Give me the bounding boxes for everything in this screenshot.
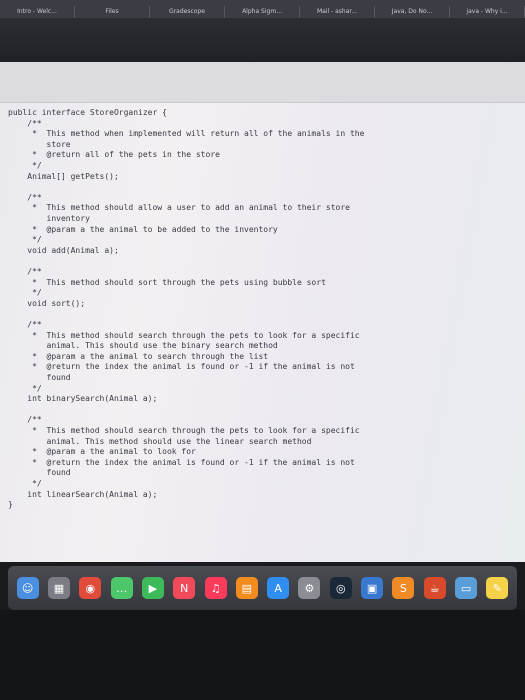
chrome-icon[interactable]: ◉	[79, 577, 102, 599]
code-line: /**	[8, 415, 42, 425]
code-line: * This method should search through the …	[8, 330, 360, 340]
code-line: * @param a the animal to be added to the…	[8, 224, 278, 234]
code-line: */	[8, 479, 42, 488]
code-line: * @param a the animal to look for	[8, 447, 196, 457]
code-line: */	[8, 235, 42, 245]
code-line: Animal[] getPets();	[8, 171, 119, 181]
code-line: */	[8, 288, 42, 298]
code-line: public interface StoreOrganizer {	[8, 108, 167, 117]
code-line: inventory	[8, 214, 90, 223]
facetime-icon[interactable]: ▶	[141, 577, 164, 599]
messages-icon[interactable]: …	[110, 577, 133, 599]
system-preferences-icon[interactable]: ⚙	[298, 577, 321, 599]
sublime-icon[interactable]: S	[392, 577, 415, 599]
preview-icon[interactable]: ▭	[455, 577, 478, 599]
code-line: * This method should sort through the pe…	[8, 277, 326, 287]
code-line: animal. This method should use the linea…	[8, 436, 312, 446]
code-line: * This method when implemented will retu…	[8, 129, 365, 139]
browser-tab[interactable]: Files	[75, 6, 150, 18]
notes-icon[interactable]: ✎	[486, 577, 509, 599]
code-line: */	[8, 161, 42, 170]
code-line: void add(Animal a);	[8, 245, 119, 255]
books-icon[interactable]: ▤	[235, 577, 258, 599]
code-line: * @return all of the pets in the store	[8, 150, 220, 160]
code-line: * This method should allow a user to add…	[8, 203, 350, 213]
code-line: }	[8, 500, 13, 510]
code-line: int binarySearch(Animal a);	[8, 394, 158, 404]
browser-tab[interactable]: java - Why i...	[450, 6, 525, 18]
code-line: store	[8, 139, 71, 149]
code-line: found	[8, 373, 71, 382]
code-line: */	[8, 383, 42, 393]
browser-tab[interactable]: Gradescope	[150, 6, 225, 18]
photos-icon[interactable]: ▣	[361, 577, 384, 599]
code-line: * @param a the animal to search through …	[8, 351, 269, 361]
browser-tab[interactable]: Intro - Welc...	[0, 6, 75, 18]
code-line: * @return the index the animal is found …	[8, 362, 355, 372]
code-line: * @return the index the animal is found …	[8, 457, 355, 467]
document-window: public interface StoreOrganizer { /** * …	[0, 62, 525, 562]
code-line: * This method should search through the …	[8, 426, 360, 435]
browser-tab[interactable]: Mail - ashar...	[300, 6, 375, 18]
app-store-icon[interactable]: A	[267, 577, 290, 599]
document-header-strip	[0, 62, 525, 103]
steam-icon[interactable]: ◎	[329, 577, 352, 599]
code-line: void sort();	[8, 298, 86, 308]
code-line: /**	[8, 118, 42, 128]
code-line: /**	[8, 192, 42, 202]
news-icon[interactable]: N	[173, 577, 196, 599]
finder-icon[interactable]: ☺	[16, 577, 39, 599]
desk-background	[0, 610, 525, 700]
browser-toolbar	[0, 18, 525, 62]
browser-tab[interactable]: Java, Do No...	[375, 6, 450, 18]
code-line: int linearSearch(Animal a);	[8, 489, 158, 499]
code-line: animal. This should use the binary searc…	[8, 341, 278, 351]
java-icon[interactable]: ☕	[423, 577, 446, 599]
code-line: /**	[8, 320, 42, 329]
dock: ☺ ▦ ◉ … ▶ N ♫ ▤ A ⚙ ◎ ▣ S ☕ ▭ ✎	[8, 566, 517, 610]
browser-tab-bar: Intro - Welc... Files Gradescope Alpha Sigm…	[0, 0, 525, 18]
code-line: /**	[8, 267, 42, 276]
music-icon[interactable]: ♫	[204, 577, 227, 599]
code-line: found	[8, 468, 71, 478]
browser-tab[interactable]: Alpha Sigm...	[225, 6, 300, 18]
launchpad-icon[interactable]: ▦	[47, 577, 70, 599]
